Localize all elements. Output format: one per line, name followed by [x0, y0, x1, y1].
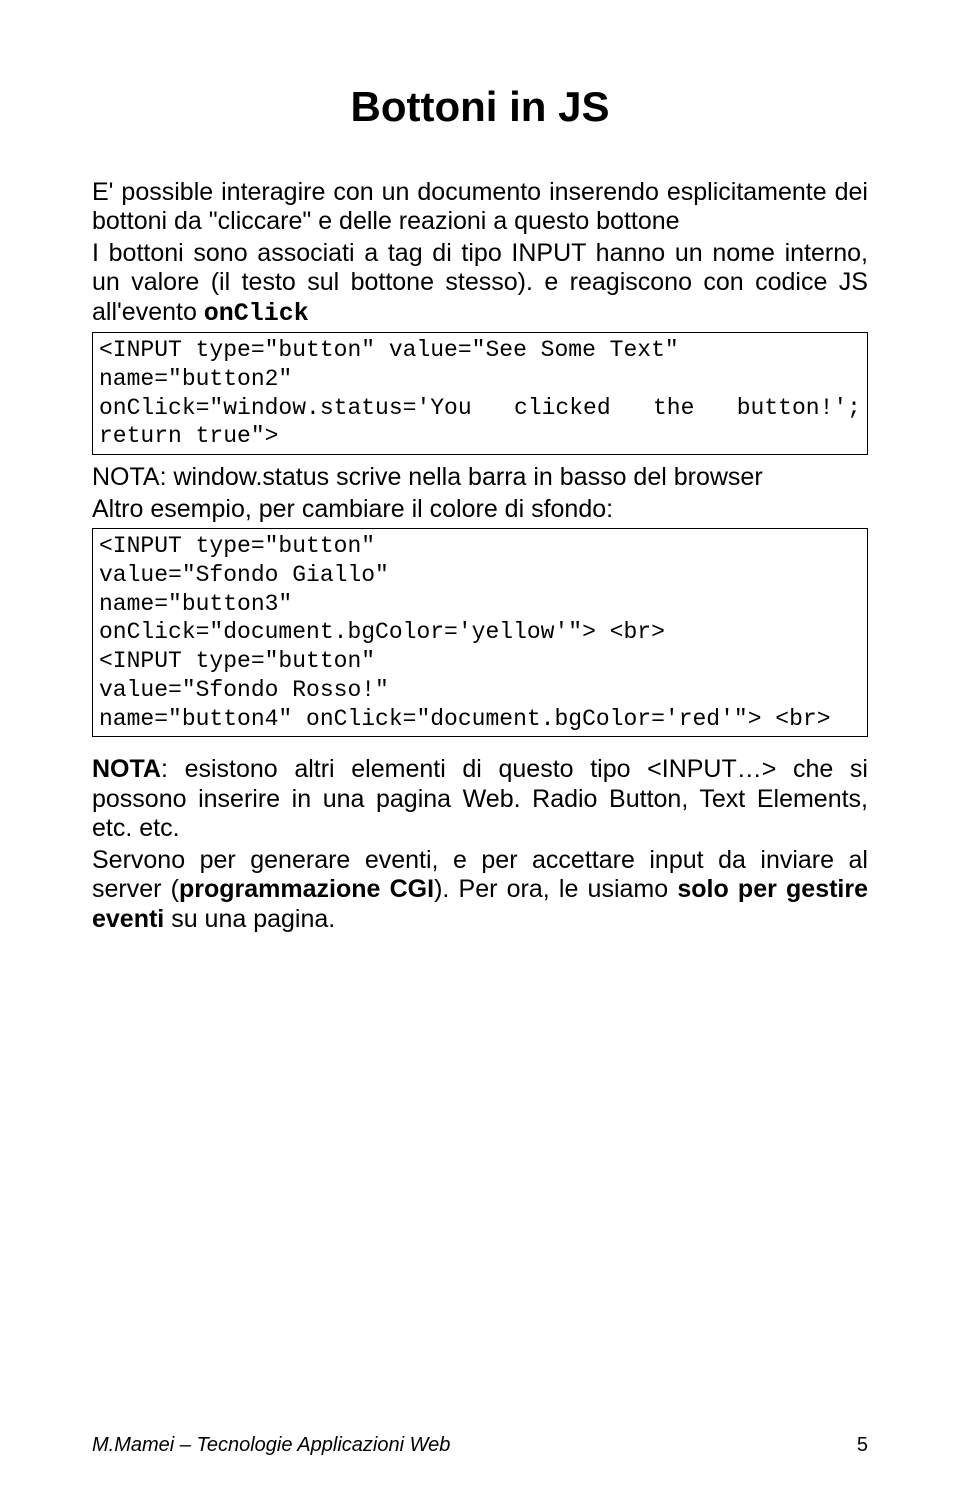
- footer-author: M.Mamei – Tecnologie Applicazioni Web: [92, 1434, 450, 1458]
- para5-text: : esistono altri elementi di questo tipo…: [92, 755, 868, 842]
- nota-label: NOTA: [92, 755, 161, 783]
- code1-l2: name="button2": [99, 365, 861, 394]
- code1-l1: <INPUT type="button" value="See Some Tex…: [99, 336, 861, 365]
- code2-l1: <INPUT type="button": [99, 532, 861, 561]
- page-title: Bottoni in JS: [92, 82, 868, 132]
- code1-l4: return true">: [99, 422, 861, 451]
- code1-l3: onClick="window.status='You clicked the …: [99, 394, 861, 423]
- nota-window-status: NOTA: window.status scrive nella barra i…: [92, 463, 868, 493]
- nota-input-paragraph: NOTA: esistono altri elementi di questo …: [92, 755, 868, 844]
- footer-page-number: 5: [857, 1434, 868, 1458]
- intro-paragraph-1: E' possible interagire con un documento …: [92, 178, 868, 237]
- page-footer: M.Mamei – Tecnologie Applicazioni Web 5: [92, 1434, 868, 1458]
- onclick-keyword: onClick: [204, 299, 309, 328]
- code2-l6: value="Sfondo Rosso!": [99, 676, 861, 705]
- closing-paragraph: Servono per generare eventi, e per accet…: [92, 846, 868, 935]
- cgi-label: programmazione CGI: [179, 875, 434, 903]
- para6b: ). Per ora: [434, 875, 543, 903]
- code2-l5: <INPUT type="button": [99, 647, 861, 676]
- code-block-1: <INPUT type="button" value="See Some Tex…: [92, 332, 868, 455]
- code2-l2: value="Sfondo Giallo": [99, 561, 861, 590]
- end-text: su una pagina.: [164, 905, 335, 933]
- code1-l3d: button!';: [737, 394, 861, 423]
- code2-l7: name="button4" onClick="document.bgColor…: [99, 705, 861, 734]
- code2-l3: name="button3": [99, 590, 861, 619]
- code1-l3c: the: [653, 394, 694, 423]
- intro-paragraph-2: I bottoni sono associati a tag di tipo I…: [92, 239, 868, 329]
- comma: , le usiamo: [543, 875, 678, 903]
- code-block-2: <INPUT type="button" value="Sfondo Giall…: [92, 528, 868, 737]
- code2-l4: onClick="document.bgColor='yellow'"> <br…: [99, 618, 861, 647]
- code1-l3a: onClick="window.status='You: [99, 394, 472, 423]
- altro-esempio: Altro esempio, per cambiare il colore di…: [92, 495, 868, 525]
- code1-l3b: clicked: [514, 394, 611, 423]
